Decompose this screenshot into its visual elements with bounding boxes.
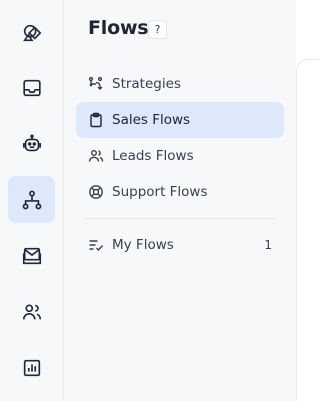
rail-item-inbox[interactable] xyxy=(8,64,55,111)
reports-icon xyxy=(23,359,40,376)
help-button[interactable]: ? xyxy=(148,20,167,39)
nav-item-my-flows[interactable]: My Flows 1 xyxy=(76,227,284,263)
main-content xyxy=(296,59,320,401)
flows-panel: Flows ? Strategies Sales Flows Leads Flo… xyxy=(64,0,296,401)
list-check-icon xyxy=(89,240,104,252)
rail-item-shapes[interactable] xyxy=(8,9,55,56)
divider xyxy=(84,218,276,219)
nav-item-leads-flows[interactable]: Leads Flows xyxy=(76,138,284,174)
nav-item-support-flows[interactable]: Support Flows xyxy=(76,174,284,210)
nav-item-sales-flows[interactable]: Sales Flows xyxy=(76,102,284,138)
clipboard-icon xyxy=(90,112,102,128)
lifebuoy-icon xyxy=(89,185,103,199)
rail-item-users[interactable] xyxy=(8,288,55,335)
nav-item-label: Support Flows xyxy=(112,184,208,200)
users-icon xyxy=(22,303,41,319)
inbox-icon xyxy=(22,79,41,96)
flows-icon xyxy=(22,190,41,209)
rail-item-reports[interactable] xyxy=(8,344,55,391)
panel-title: Flows xyxy=(88,17,149,39)
my-flows-count: 1 xyxy=(264,238,272,252)
nav-item-label: My Flows xyxy=(112,237,174,253)
leads-icon xyxy=(88,150,104,162)
mail-icon xyxy=(22,247,41,264)
rail-item-mail[interactable] xyxy=(8,232,55,279)
nav-item-label: Leads Flows xyxy=(112,148,194,164)
nav-item-strategies[interactable]: Strategies xyxy=(76,66,284,102)
strategy-icon xyxy=(88,76,103,90)
nav-item-label: Sales Flows xyxy=(112,112,191,128)
nav-item-label: Strategies xyxy=(112,76,181,92)
rail-item-bot[interactable] xyxy=(8,120,55,167)
bot-icon xyxy=(22,133,41,151)
rail-item-flows[interactable] xyxy=(8,176,55,223)
shapes-icon xyxy=(22,24,41,41)
icon-rail xyxy=(0,0,64,401)
